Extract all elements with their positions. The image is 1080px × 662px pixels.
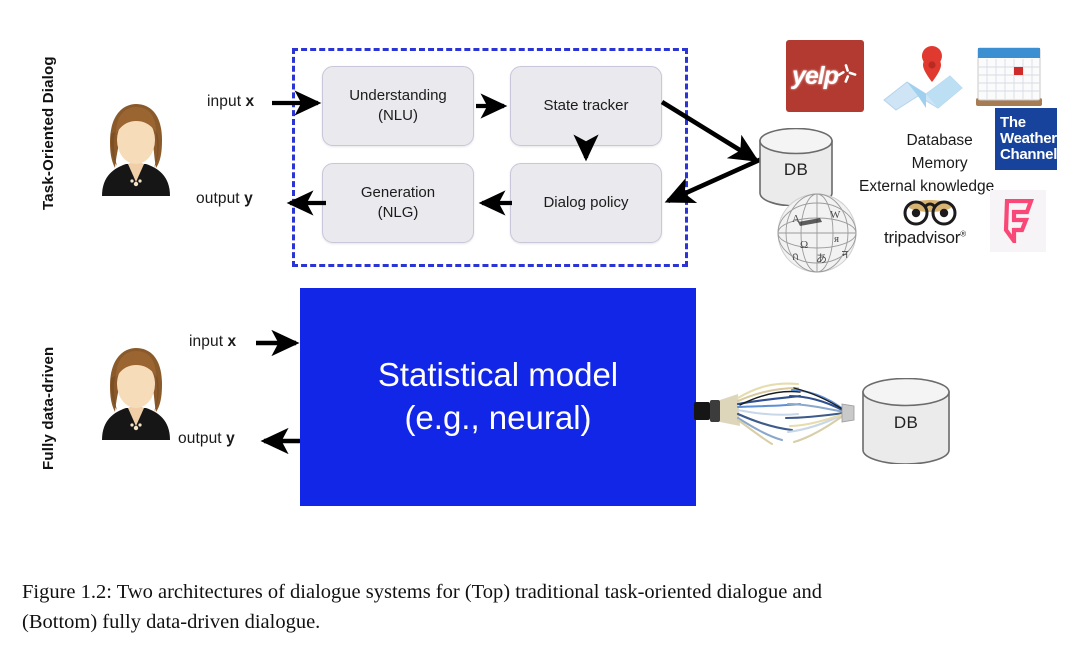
figure-canvas: Task-Oriented Dialog Fully data-driven i…	[0, 0, 1080, 662]
tripadvisor-registered-mark: ®	[960, 229, 966, 239]
process-box-nlu-line2: (NLU)	[377, 107, 418, 124]
input-var-bottom: x	[227, 333, 237, 350]
output-label-bottom-text: output	[178, 430, 227, 447]
process-box-nlg-line2: (NLG)	[377, 204, 419, 221]
output-var-bottom: y	[226, 430, 235, 447]
foursquare-logo	[990, 190, 1046, 252]
figure-caption-line-2: (Bottom) fully data-driven dialogue.	[22, 610, 321, 633]
statistical-model-line1: Statistical model	[377, 356, 619, 394]
svg-text:W: W	[830, 209, 841, 221]
yelp-logo-text: yelp	[791, 61, 839, 90]
output-label-top-text: output	[196, 190, 245, 207]
wikipedia-globe-icon: AW Ωя あก न	[776, 192, 858, 274]
svg-text:ก: ก	[792, 251, 799, 263]
arrow-nlg-to-output	[286, 190, 326, 216]
process-box-nlu-line1: Understanding	[349, 87, 447, 105]
weather-channel-logo: The Weather Channel	[995, 108, 1057, 170]
arrow-db-to-dialog-policy	[664, 154, 767, 204]
frayed-cable-icon	[694, 370, 870, 450]
knowledge-line-external: External knowledge	[859, 177, 995, 195]
process-box-nlg[interactable]: Generation (NLG)	[322, 163, 474, 243]
output-label-top: output y	[196, 190, 253, 208]
process-box-dialog-policy[interactable]: Dialog policy	[510, 163, 662, 243]
svg-text:न: न	[842, 249, 849, 261]
arrow-nlu-to-state-tracker	[476, 93, 508, 119]
weather-channel-line-2: Weather	[1000, 130, 1057, 148]
knowledge-line-memory: Memory	[911, 154, 968, 172]
user-avatar-top	[88, 96, 184, 196]
user-avatar-bottom	[88, 340, 184, 440]
process-box-dialog-policy-line1: Dialog policy	[543, 194, 629, 212]
database-label-top: DB	[783, 160, 809, 179]
output-label-bottom: output y	[178, 430, 235, 448]
input-label-top: input x	[207, 93, 254, 111]
svg-text:я: я	[834, 233, 839, 245]
process-box-nlu[interactable]: Understanding (NLU)	[322, 66, 474, 146]
tripadvisor-wordmark: tripadvisor®	[884, 228, 966, 248]
section-label-task-oriented: Task-Oriented Dialog	[40, 56, 57, 210]
yelp-logo: yelp	[786, 40, 864, 112]
weather-channel-line-1: The	[1000, 114, 1026, 132]
knowledge-line-database: Database	[906, 132, 973, 149]
knowledge-sources-text: Database Memory External knowledge	[859, 130, 994, 198]
arrow-input-to-nlu	[272, 90, 322, 116]
arrow-model-to-output	[260, 427, 304, 455]
process-box-state-tracker[interactable]: State tracker	[510, 66, 662, 146]
process-box-nlg-line1: Generation	[360, 184, 436, 202]
output-var-top: y	[244, 190, 253, 207]
figure-caption: Figure 1.2: Two architectures of dialogu…	[22, 578, 1052, 637]
maps-icon	[880, 38, 966, 114]
arrow-dialog-policy-to-nlg	[478, 190, 512, 216]
statistical-model-box[interactable]: Statistical model (e.g., neural)	[300, 288, 696, 506]
input-label-bottom: input x	[189, 333, 236, 351]
process-box-state-tracker-line1: State tracker	[543, 97, 629, 115]
database-label-bottom: DB	[893, 413, 919, 432]
svg-text:Ω: Ω	[800, 239, 808, 251]
tripadvisor-logo	[898, 198, 962, 226]
input-label-bottom-text: input	[189, 333, 228, 350]
figure-caption-line-1: Figure 1.2: Two architectures of dialogu…	[22, 581, 823, 603]
input-var-top: x	[245, 93, 255, 110]
section-label-fully-data-driven: Fully data-driven	[40, 346, 57, 470]
arrow-state-tracker-to-dialog-policy	[573, 134, 599, 162]
statistical-model-line2: (e.g., neural)	[404, 399, 592, 436]
input-label-top-text: input	[207, 93, 246, 110]
svg-text:あ: あ	[816, 252, 827, 265]
database-cylinder-bottom: DB	[860, 377, 952, 465]
arrow-input-to-model	[256, 329, 300, 357]
tripadvisor-wordmark-text: tripadvisor	[884, 228, 961, 247]
weather-channel-line-3: Channel	[1000, 145, 1058, 163]
calendar-icon	[972, 42, 1046, 110]
